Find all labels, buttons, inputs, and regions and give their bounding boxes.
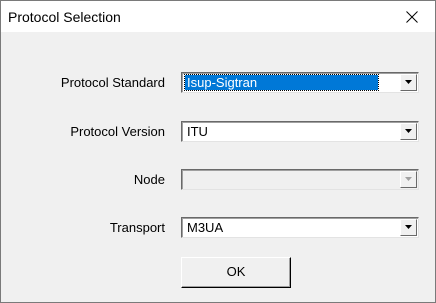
transport-dropdown-button[interactable] bbox=[400, 219, 417, 236]
transport-select[interactable]: M3UA bbox=[181, 217, 419, 238]
chevron-down-icon bbox=[405, 80, 412, 84]
protocol-version-dropdown-button[interactable] bbox=[400, 123, 417, 140]
ok-button[interactable]: OK bbox=[181, 257, 291, 288]
protocol-standard-select[interactable]: Isup-Sigtran bbox=[181, 72, 419, 93]
window-title: Protocol Selection bbox=[8, 9, 121, 25]
node-label: Node bbox=[133, 172, 165, 187]
chevron-down-icon bbox=[405, 225, 412, 229]
transport-label: Transport bbox=[109, 220, 165, 235]
close-button[interactable] bbox=[389, 1, 435, 32]
protocol-selection-dialog: Protocol Selection Protocol Standard Isu… bbox=[0, 0, 436, 303]
node-value bbox=[185, 172, 189, 187]
transport-value: M3UA bbox=[187, 220, 224, 235]
chevron-down-icon bbox=[405, 177, 412, 181]
protocol-version-select[interactable]: ITU bbox=[181, 121, 419, 142]
chevron-down-icon bbox=[405, 129, 412, 133]
protocol-version-label: Protocol Version bbox=[70, 124, 165, 139]
protocol-standard-label: Protocol Standard bbox=[60, 75, 165, 90]
node-dropdown-button bbox=[400, 171, 417, 188]
node-select bbox=[181, 169, 419, 190]
protocol-version-value: ITU bbox=[187, 124, 208, 139]
protocol-standard-value: Isup-Sigtran bbox=[184, 74, 379, 91]
close-icon bbox=[406, 11, 418, 23]
protocol-standard-dropdown-button[interactable] bbox=[400, 74, 417, 91]
title-bar: Protocol Selection bbox=[1, 1, 435, 32]
